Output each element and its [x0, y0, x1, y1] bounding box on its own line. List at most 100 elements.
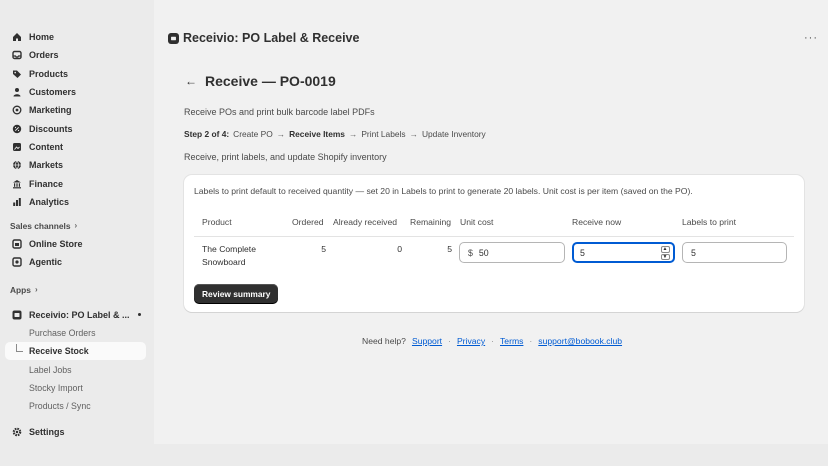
sidebar-item-label: Home	[29, 32, 55, 43]
sidebar-item-finance[interactable]: Finance	[0, 174, 154, 192]
content-icon	[12, 142, 22, 152]
discount-icon	[12, 124, 22, 134]
arrow-right-icon: →	[409, 129, 418, 139]
sidebar-item-markets[interactable]: Markets	[0, 156, 154, 174]
gear-icon	[12, 427, 22, 437]
page-description: Receive, print labels, and update Shopif…	[184, 152, 387, 162]
chart-icon	[12, 197, 22, 207]
sidebar-item-receivio-app[interactable]: Receivio: PO Label & ...	[0, 306, 154, 324]
privacy-link[interactable]: Privacy	[457, 336, 485, 346]
terms-link[interactable]: Terms	[500, 336, 523, 346]
unit-cost-input[interactable]: $ 50	[459, 242, 565, 263]
step-indicator: Step 2 of 4:	[184, 129, 230, 139]
sidebar-item-label: Orders	[29, 50, 59, 61]
already-received-value: 0	[397, 244, 402, 254]
sidebar-subitem-stocky-import[interactable]: Stocky Import	[0, 379, 154, 397]
sidebar-item-discounts[interactable]: Discounts	[0, 119, 154, 137]
receive-card: Labels to print default to received quan…	[184, 175, 804, 312]
sidebar-item-label: Settings	[29, 427, 65, 438]
step-receive-items: Receive Items	[289, 129, 345, 139]
sidebar-item-settings[interactable]: Settings	[0, 423, 154, 441]
table-divider	[194, 236, 794, 237]
sidebar-item-orders[interactable]: Orders	[0, 46, 154, 64]
store-icon	[12, 239, 22, 249]
tag-icon	[12, 69, 22, 79]
remaining-value: 5	[447, 244, 452, 254]
sidebar-item-analytics[interactable]: Analytics	[0, 193, 154, 211]
page-subtitle: Receive POs and print bulk barcode label…	[184, 107, 375, 117]
receive-now-input[interactable]: 5 ▲ ▼	[572, 242, 675, 263]
sidebar-item-customers[interactable]: Customers	[0, 83, 154, 101]
app-logo-icon	[168, 32, 179, 44]
currency-prefix: $	[468, 247, 473, 258]
sidebar-item-label: Finance	[29, 178, 64, 189]
arrow-right-icon: →	[276, 129, 286, 139]
sidebar-item-label: Content	[29, 141, 63, 152]
arrow-right-icon: →	[348, 129, 358, 139]
product-name-line2: Snowboard	[202, 257, 246, 267]
column-header-product: Product	[202, 217, 232, 227]
column-header-unit-cost: Unit cost	[460, 217, 494, 227]
tree-branch-icon	[16, 344, 23, 353]
labels-to-print-input[interactable]: 5	[682, 242, 787, 263]
sidebar-item-content[interactable]: Content	[0, 138, 154, 156]
product-name-line1: The Complete	[202, 244, 256, 254]
main-content: Receivio: PO Label & Receive ··· ← Recei…	[154, 0, 828, 444]
sidebar-item-label: Online Store	[29, 239, 83, 250]
sidebar-subitem-products-sync[interactable]: Products / Sync	[0, 397, 154, 415]
footer: Need help? Support · Privacy · Terms · s…	[362, 336, 622, 346]
sidebar-item-products[interactable]: Products	[0, 65, 154, 83]
target-icon	[12, 105, 22, 115]
more-actions-button[interactable]: ···	[804, 32, 818, 44]
help-text: Need help?	[362, 336, 406, 346]
bank-icon	[12, 179, 22, 189]
separator: ·	[448, 336, 451, 346]
step-update-inventory: Update Inventory	[421, 129, 486, 139]
decrement-icon[interactable]: ▼	[660, 253, 670, 260]
page-header: ← Receive — PO-0019	[185, 73, 336, 89]
sidebar-subitem-label-jobs[interactable]: Label Jobs	[0, 360, 154, 378]
sidebar-item-marketing[interactable]: Marketing	[0, 101, 154, 119]
inbox-icon	[12, 50, 22, 60]
quantity-stepper[interactable]: ▲ ▼	[660, 246, 670, 260]
sidebar-item-label: Agentic	[29, 257, 63, 268]
sidebar-subitem-receive-stock[interactable]: Receive Stock	[5, 342, 146, 361]
step-breadcrumb: Step 2 of 4: Create PO → Receive Items →…	[184, 129, 486, 139]
sidebar-item-label: Marketing	[29, 105, 72, 116]
chevron-right-icon: ›	[74, 221, 78, 231]
app-logo-icon	[12, 310, 22, 320]
support-link[interactable]: Support	[412, 336, 442, 346]
sidebar-item-online-store[interactable]: Online Store	[0, 235, 154, 253]
sidebar-item-agentic[interactable]: Agentic	[0, 253, 154, 271]
sidebar-item-home[interactable]: Home	[0, 28, 154, 46]
sidebar-subitem-purchase-orders[interactable]: Purchase Orders	[0, 324, 154, 342]
back-arrow-icon[interactable]: ←	[185, 74, 197, 88]
increment-icon[interactable]: ▲	[660, 246, 670, 253]
sales-channels-header[interactable]: Sales channels ›	[0, 217, 154, 235]
page-title: Receive — PO-0019	[205, 73, 336, 89]
home-icon	[12, 32, 22, 42]
app-header: Receivio: PO Label & Receive	[168, 31, 359, 45]
unit-cost-value: 50	[478, 247, 489, 258]
separator: ·	[529, 336, 533, 346]
chevron-right-icon: ›	[34, 285, 38, 295]
ordered-value: 5	[321, 244, 326, 254]
apps-header[interactable]: Apps ›	[0, 281, 154, 299]
sidebar-item-label: Markets	[29, 160, 64, 171]
review-summary-button[interactable]: Review summary	[194, 284, 279, 303]
sidebar: Home Orders Products Customers Marketing…	[0, 0, 154, 466]
column-header-ordered: Ordered	[292, 217, 324, 227]
pin-dot-icon	[138, 313, 141, 317]
app-title: Receivio: PO Label & Receive	[183, 31, 360, 45]
sidebar-item-label: Customers	[29, 87, 77, 98]
receive-now-value: 5	[580, 247, 585, 258]
support-email-link[interactable]: support@bobook.club	[538, 336, 622, 346]
column-header-labels-to-print: Labels to print	[682, 217, 736, 227]
card-note: Labels to print default to received quan…	[194, 186, 693, 196]
step-print-labels: Print Labels	[361, 129, 406, 139]
sidebar-item-label: Analytics	[29, 196, 70, 207]
column-header-already-received: Already received	[333, 217, 398, 227]
separator: ·	[491, 336, 495, 346]
person-icon	[12, 87, 22, 97]
globe-icon	[12, 160, 22, 170]
